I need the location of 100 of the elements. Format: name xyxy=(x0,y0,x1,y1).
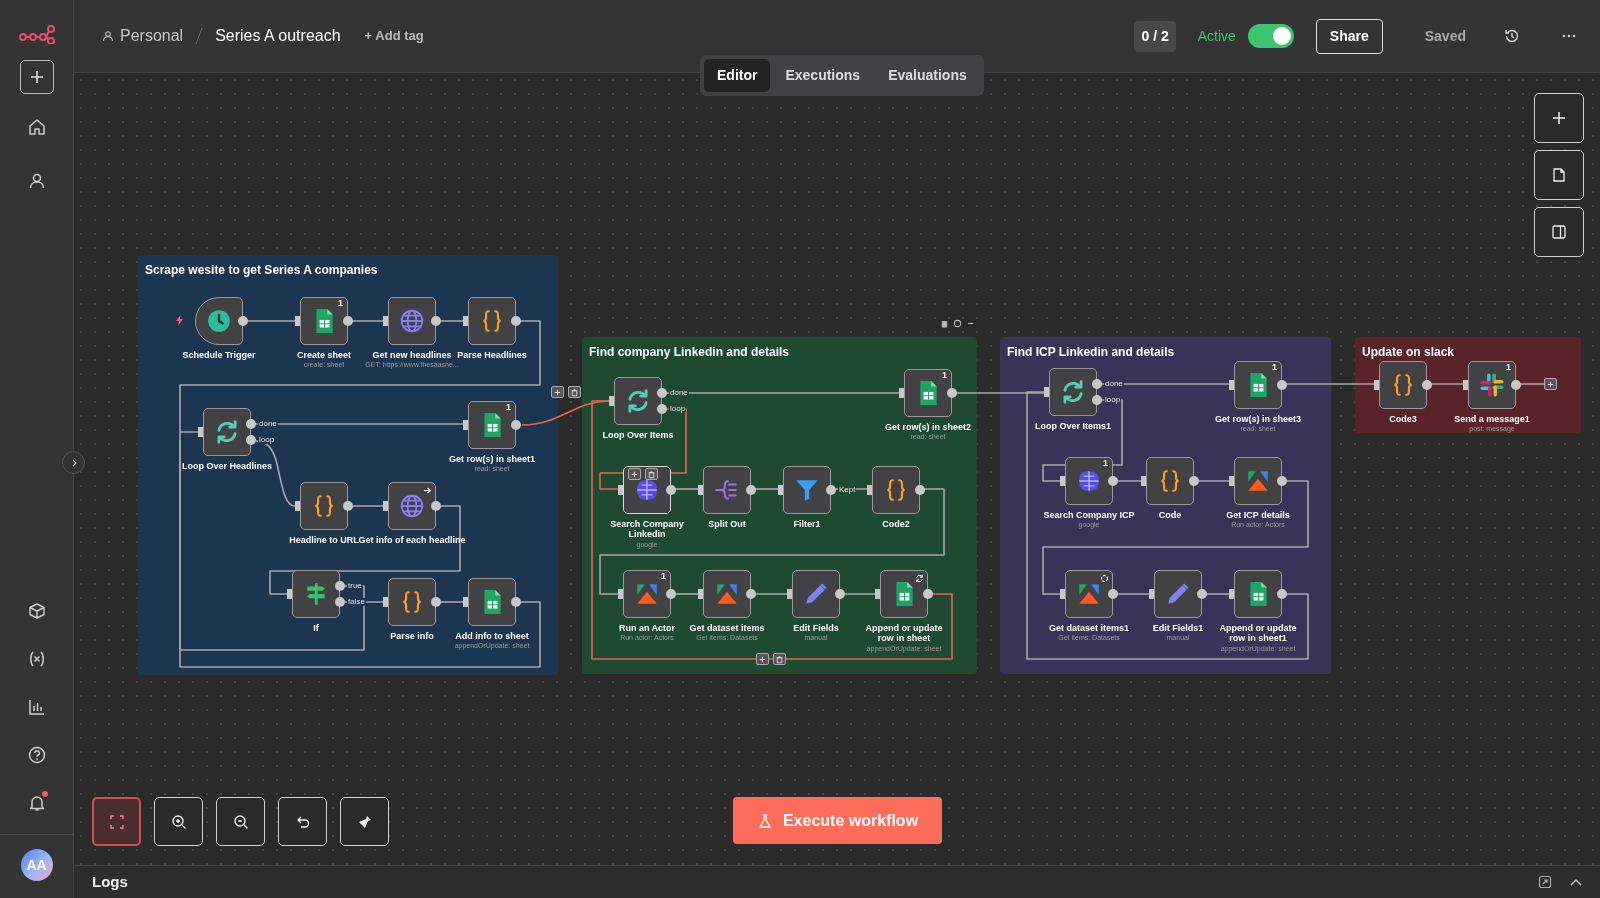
workflow-node[interactable] xyxy=(1234,457,1282,505)
workflow-node[interactable] xyxy=(1154,570,1202,618)
input-port[interactable] xyxy=(295,501,300,511)
input-port[interactable] xyxy=(1374,380,1379,390)
output-port[interactable] xyxy=(1422,380,1432,390)
input-port[interactable] xyxy=(1229,589,1234,599)
output-port[interactable] xyxy=(666,589,676,599)
workflow-node[interactable] xyxy=(388,482,436,530)
zoom-in-button[interactable] xyxy=(154,797,203,846)
input-port[interactable] xyxy=(463,597,468,607)
input-port[interactable] xyxy=(618,485,623,495)
input-port[interactable] xyxy=(463,316,468,326)
output-port[interactable] xyxy=(915,485,925,495)
input-port[interactable] xyxy=(778,485,783,495)
input-port[interactable] xyxy=(1229,380,1234,390)
output-port[interactable] xyxy=(511,316,521,326)
output-port[interactable] xyxy=(746,485,756,495)
output-port[interactable] xyxy=(1189,476,1199,486)
workflow-node[interactable] xyxy=(703,570,751,618)
workflow-node[interactable] xyxy=(783,466,831,514)
workflow-node[interactable] xyxy=(468,578,516,626)
delete-button[interactable] xyxy=(568,386,581,398)
workflow-node[interactable]: 1 xyxy=(904,369,952,417)
input-port[interactable] xyxy=(1229,476,1234,486)
tab[interactable]: Editor xyxy=(704,59,771,92)
workflow-name[interactable]: Series A outreach xyxy=(215,24,341,48)
input-port[interactable] xyxy=(899,388,904,398)
workflow-node[interactable] xyxy=(1065,570,1113,618)
workflow-node[interactable] xyxy=(872,466,920,514)
workflow-node[interactable] xyxy=(1234,570,1282,618)
logs-title[interactable]: Logs xyxy=(92,870,128,894)
input-port[interactable] xyxy=(1044,387,1049,397)
workflow-node[interactable] xyxy=(1146,457,1194,505)
input-port[interactable] xyxy=(198,427,203,437)
output-port[interactable] xyxy=(1277,380,1287,390)
workflow-node[interactable] xyxy=(300,482,348,530)
workflow-node[interactable]: 1 xyxy=(300,297,348,345)
workflow-node[interactable] xyxy=(1049,368,1097,416)
input-port[interactable] xyxy=(295,316,300,326)
more-icon[interactable] xyxy=(1562,34,1576,38)
trash-icon[interactable] xyxy=(940,319,949,328)
cube-icon[interactable] xyxy=(27,602,46,620)
active-toggle[interactable] xyxy=(1247,24,1294,48)
user-icon[interactable] xyxy=(27,172,46,190)
connection-line[interactable] xyxy=(1026,391,1309,660)
output-port[interactable] xyxy=(431,501,441,511)
home-icon[interactable] xyxy=(27,118,46,136)
output-port[interactable] xyxy=(1108,476,1118,486)
add-button[interactable] xyxy=(628,468,641,480)
workflow-node[interactable] xyxy=(203,408,251,456)
input-port[interactable] xyxy=(463,420,468,430)
output-port[interactable] xyxy=(666,485,676,495)
panel-button[interactable] xyxy=(1534,207,1584,257)
input-port[interactable] xyxy=(1463,380,1468,390)
chevron-up-icon[interactable] xyxy=(1570,878,1582,886)
input-port[interactable] xyxy=(287,589,292,599)
add-button[interactable] xyxy=(1544,378,1557,390)
chart-icon[interactable] xyxy=(27,698,46,716)
tab[interactable]: Evaluations xyxy=(875,59,980,92)
sticky-note-button[interactable] xyxy=(1534,150,1584,200)
connection-line[interactable] xyxy=(179,439,541,668)
workflow-node[interactable] xyxy=(703,466,751,514)
input-port[interactable] xyxy=(1149,589,1154,599)
workflow-node[interactable] xyxy=(792,570,840,618)
workflow-node[interactable] xyxy=(880,570,928,618)
output-port[interactable] xyxy=(431,597,441,607)
input-port[interactable] xyxy=(383,597,388,607)
output-port[interactable] xyxy=(746,589,756,599)
input-port[interactable] xyxy=(867,485,872,495)
logo-icon[interactable] xyxy=(18,24,55,44)
add-node-button[interactable] xyxy=(1534,93,1584,143)
workflow-node[interactable] xyxy=(468,297,516,345)
input-port[interactable] xyxy=(383,501,388,511)
workflow-node[interactable]: 1 xyxy=(468,401,516,449)
breadcrumb-link[interactable]: Personal xyxy=(120,24,184,48)
delete-button[interactable] xyxy=(773,653,786,665)
add-button[interactable] xyxy=(19,60,54,94)
pop-out-icon[interactable] xyxy=(1538,875,1552,889)
zoom-out-button[interactable] xyxy=(216,797,265,846)
fit-button[interactable] xyxy=(92,797,141,846)
workflow-node[interactable] xyxy=(292,570,340,618)
add-button[interactable] xyxy=(551,386,564,398)
input-port[interactable] xyxy=(609,396,614,406)
input-port[interactable] xyxy=(383,316,388,326)
output-port[interactable] xyxy=(511,597,521,607)
output-port[interactable] xyxy=(1197,589,1207,599)
workflow-node[interactable]: 1 xyxy=(1468,361,1516,409)
variables-icon[interactable] xyxy=(27,650,46,668)
output-port[interactable] xyxy=(343,316,353,326)
output-port[interactable] xyxy=(1108,589,1118,599)
output-port[interactable] xyxy=(511,420,521,430)
share-button[interactable]: Share xyxy=(1315,18,1383,54)
output-port[interactable] xyxy=(835,589,845,599)
bell-icon[interactable] xyxy=(27,794,46,812)
workflow-node[interactable] xyxy=(388,578,436,626)
workflow-node[interactable]: 1 xyxy=(1234,361,1282,409)
workflow-node[interactable] xyxy=(388,297,436,345)
output-port[interactable] xyxy=(826,485,836,495)
input-port[interactable] xyxy=(787,589,792,599)
palette-icon[interactable] xyxy=(953,319,962,328)
